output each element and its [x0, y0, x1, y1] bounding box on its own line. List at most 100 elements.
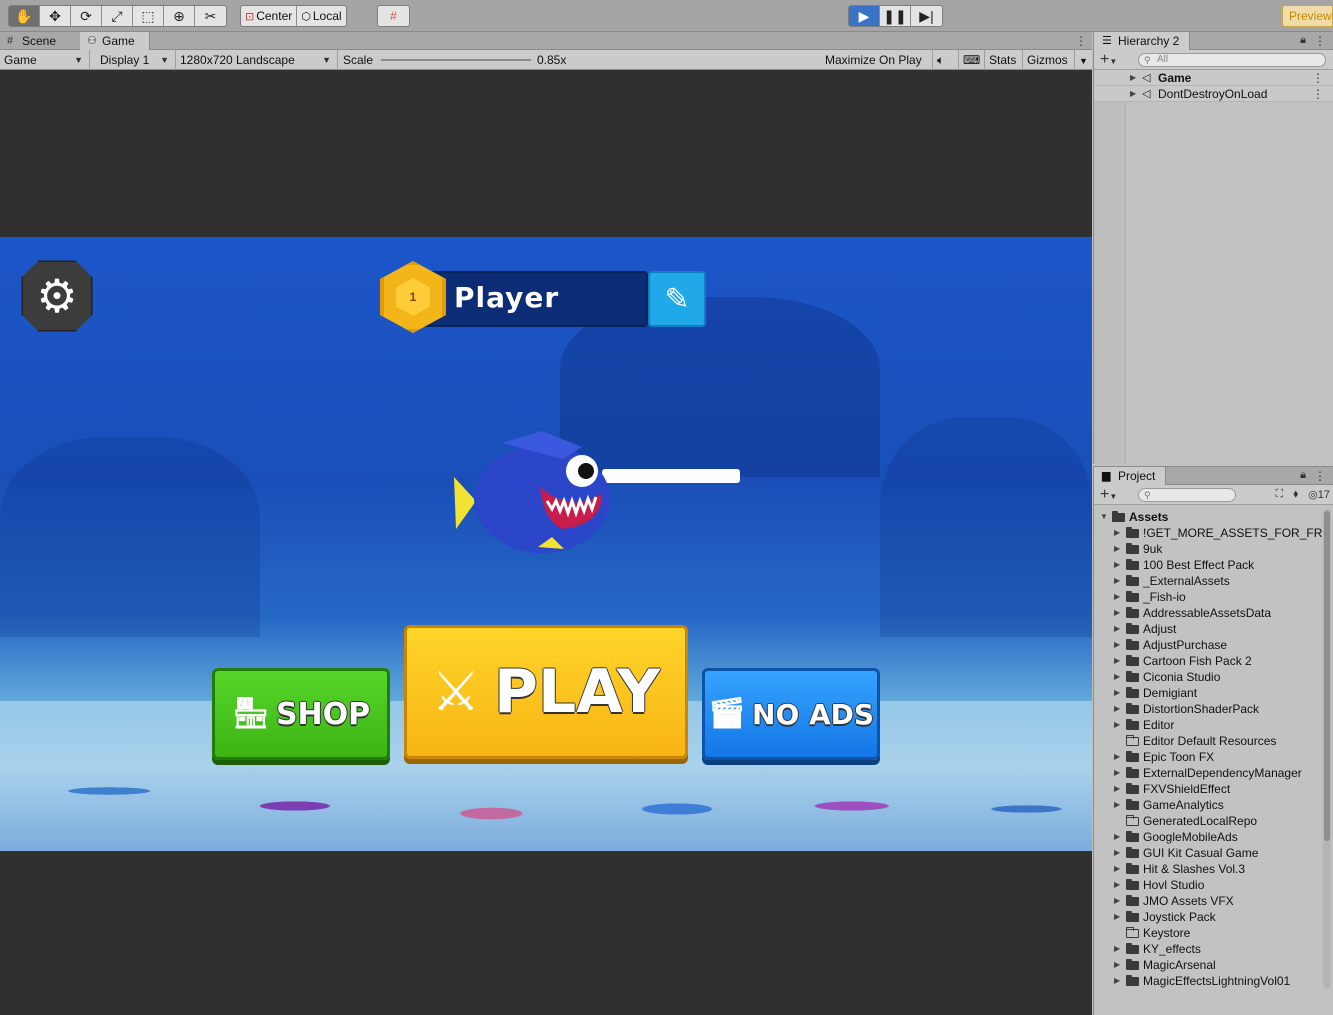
- expand-arrow-icon[interactable]: ▶: [1114, 909, 1120, 925]
- project-folder-item[interactable]: ▶ Adjust: [1094, 621, 1324, 637]
- project-folder-item[interactable]: ▶ Cartoon Fish Pack 2: [1094, 653, 1324, 669]
- project-folder-item[interactable]: ▶ FXVShieldEffect: [1094, 781, 1324, 797]
- project-folder-item[interactable]: ▶ MagicArsenal: [1094, 957, 1324, 973]
- project-folder-item[interactable]: ▶ _Fish-io: [1094, 589, 1324, 605]
- stats-toggle[interactable]: Stats: [985, 50, 1023, 70]
- shop-button[interactable]: 🏪︎ SHOP: [212, 668, 390, 760]
- expand-arrow-icon[interactable]: ▶: [1114, 973, 1120, 989]
- hand-tool-button[interactable]: ✋: [9, 6, 40, 26]
- expand-arrow-icon[interactable]: ▶: [1114, 573, 1120, 589]
- expand-arrow-icon[interactable]: ▶: [1114, 749, 1120, 765]
- hierarchy-item-dontdestroyonload[interactable]: ▶ ◁ DontDestroyOnLoad ⋮: [1094, 86, 1333, 102]
- expand-arrow-icon[interactable]: ▶: [1114, 861, 1120, 877]
- pause-button[interactable]: ❚❚: [880, 6, 911, 26]
- rect-tool-button[interactable]: ⬚: [133, 6, 164, 26]
- project-folder-item[interactable]: ▶ Joystick Pack: [1094, 909, 1324, 925]
- preview-packages-button[interactable]: Preview: [1282, 5, 1333, 27]
- expand-arrow-icon[interactable]: ▶: [1114, 669, 1120, 685]
- project-folder-item[interactable]: ▶ _ExternalAssets: [1094, 573, 1324, 589]
- hierarchy-menu-icon[interactable]: ⋮: [1314, 32, 1326, 50]
- project-folder-item[interactable]: ▶ GameAnalytics: [1094, 797, 1324, 813]
- expand-arrow-icon[interactable]: ▶: [1114, 589, 1120, 605]
- expand-arrow-icon[interactable]: ▶: [1130, 70, 1136, 86]
- tab-game[interactable]: ⚇ Game: [80, 32, 150, 50]
- display-dropdown[interactable]: Display 1 ▼: [96, 50, 176, 70]
- pivot-local-button[interactable]: ⬡ Local: [297, 6, 345, 26]
- project-folder-item[interactable]: ▶ Hit & Slashes Vol.3: [1094, 861, 1324, 877]
- expand-arrow-icon[interactable]: ▶: [1114, 685, 1120, 701]
- project-folder-item[interactable]: ▶ 100 Best Effect Pack: [1094, 557, 1324, 573]
- row-menu-icon[interactable]: ⋮: [1312, 86, 1324, 102]
- project-folder-assets[interactable]: ▼ Assets: [1094, 509, 1324, 525]
- pivot-center-button[interactable]: ⊡ Center: [241, 6, 298, 26]
- project-folder-item[interactable]: ▶ GUI Kit Casual Game: [1094, 845, 1324, 861]
- tab-scene[interactable]: # Scene: [0, 32, 70, 50]
- tab-hierarchy[interactable]: ☰ Hierarchy 2: [1094, 32, 1191, 50]
- expand-arrow-icon[interactable]: ▶: [1114, 605, 1120, 621]
- project-folder-item[interactable]: ▶ GoogleMobileAds: [1094, 829, 1324, 845]
- step-button[interactable]: ▶|: [911, 6, 942, 26]
- project-folder-item[interactable]: ▶ !GET_MORE_ASSETS_FOR_FRE: [1094, 525, 1324, 541]
- shortcuts-toggle[interactable]: ⌨: [959, 50, 985, 70]
- gizmos-toggle[interactable]: Gizmos: [1023, 50, 1075, 70]
- hierarchy-search-input[interactable]: ⚲ All: [1138, 53, 1326, 67]
- project-folder-item[interactable]: Keystore: [1094, 925, 1324, 941]
- play-button[interactable]: ⚔ PLAY: [404, 625, 688, 759]
- move-tool-button[interactable]: ✥: [40, 6, 71, 26]
- project-folder-item[interactable]: ▶ KY_effects: [1094, 941, 1324, 957]
- expand-arrow-icon[interactable]: ▶: [1114, 717, 1120, 733]
- project-folder-item[interactable]: ▶ Demigiant: [1094, 685, 1324, 701]
- project-folder-item[interactable]: ▶ Hovl Studio: [1094, 877, 1324, 893]
- view-mode-dropdown[interactable]: Game ▼: [0, 50, 90, 70]
- expand-arrow-icon[interactable]: ▶: [1114, 701, 1120, 717]
- tab-project[interactable]: ▆ Project: [1094, 467, 1167, 485]
- gizmos-dropdown[interactable]: ▼: [1075, 50, 1092, 70]
- hidden-packages-toggle[interactable]: ◎17: [1308, 488, 1330, 501]
- resolution-dropdown[interactable]: 1280x720 Landscape ▼: [176, 50, 338, 70]
- expand-arrow-icon[interactable]: ▶: [1130, 86, 1136, 102]
- mute-audio-toggle[interactable]: 🔈︎: [933, 50, 959, 70]
- project-folder-item[interactable]: ▶ MagicEffectsLightningVol01: [1094, 973, 1324, 989]
- collapse-arrow-icon[interactable]: ▼: [1100, 509, 1108, 525]
- project-folder-item[interactable]: GeneratedLocalRepo: [1094, 813, 1324, 829]
- expand-arrow-icon[interactable]: ▶: [1114, 893, 1120, 909]
- edit-name-button[interactable]: ✎: [648, 271, 706, 327]
- project-folder-item[interactable]: ▶ Epic Toon FX: [1094, 749, 1324, 765]
- lock-icon[interactable]: 🔒︎: [1300, 469, 1306, 482]
- project-folder-item[interactable]: ▶ Ciconia Studio: [1094, 669, 1324, 685]
- expand-arrow-icon[interactable]: ▶: [1114, 621, 1120, 637]
- scale-slider[interactable]: Scale 0.85x: [339, 50, 819, 70]
- lock-icon[interactable]: 🔒︎: [1300, 34, 1306, 47]
- expand-arrow-icon[interactable]: ▶: [1114, 957, 1120, 973]
- expand-arrow-icon[interactable]: ▶: [1114, 541, 1120, 557]
- project-folder-item[interactable]: ▶ ExternalDependencyManager: [1094, 765, 1324, 781]
- create-asset-dropdown[interactable]: +▼: [1100, 485, 1117, 507]
- project-search-input[interactable]: ⚲: [1138, 488, 1236, 502]
- expand-arrow-icon[interactable]: ▶: [1114, 941, 1120, 957]
- project-folder-item[interactable]: ▶ 9uk: [1094, 541, 1324, 557]
- label-tag-icon[interactable]: ⬧: [1293, 488, 1298, 501]
- expand-arrow-icon[interactable]: ▶: [1114, 797, 1120, 813]
- custom-tool-button[interactable]: ✂: [195, 6, 226, 26]
- project-folder-item[interactable]: ▶ AdjustPurchase: [1094, 637, 1324, 653]
- maximize-on-play-toggle[interactable]: Maximize On Play: [821, 50, 933, 70]
- search-by-type-icon[interactable]: ⛶: [1275, 488, 1283, 501]
- expand-arrow-icon[interactable]: ▶: [1114, 557, 1120, 573]
- expand-arrow-icon[interactable]: ▶: [1114, 637, 1120, 653]
- rotate-tool-button[interactable]: ⟳: [71, 6, 102, 26]
- scale-track[interactable]: [381, 59, 531, 61]
- hierarchy-item-game[interactable]: ▶ ◁ Game ⋮: [1094, 70, 1333, 86]
- project-folder-item[interactable]: ▶ DistortionShaderPack: [1094, 701, 1324, 717]
- project-menu-icon[interactable]: ⋮: [1314, 467, 1326, 485]
- project-scrollbar[interactable]: [1323, 509, 1331, 989]
- expand-arrow-icon[interactable]: ▶: [1114, 829, 1120, 845]
- expand-arrow-icon[interactable]: ▶: [1114, 781, 1120, 797]
- project-folder-item[interactable]: ▶ JMO Assets VFX: [1094, 893, 1324, 909]
- project-folder-item[interactable]: ▶ AddressableAssetsData: [1094, 605, 1324, 621]
- transform-tool-button[interactable]: ⊕: [164, 6, 195, 26]
- expand-arrow-icon[interactable]: ▶: [1114, 653, 1120, 669]
- project-folder-item[interactable]: Editor Default Resources: [1094, 733, 1324, 749]
- create-dropdown[interactable]: +▼: [1100, 50, 1117, 72]
- game-viewport[interactable]: ⚙ Player 1 ✎ 🏪︎ SHOP ⚔ PLAY 🎬︎ NO ADS: [0, 237, 1092, 851]
- project-folder-item[interactable]: ▶ Editor: [1094, 717, 1324, 733]
